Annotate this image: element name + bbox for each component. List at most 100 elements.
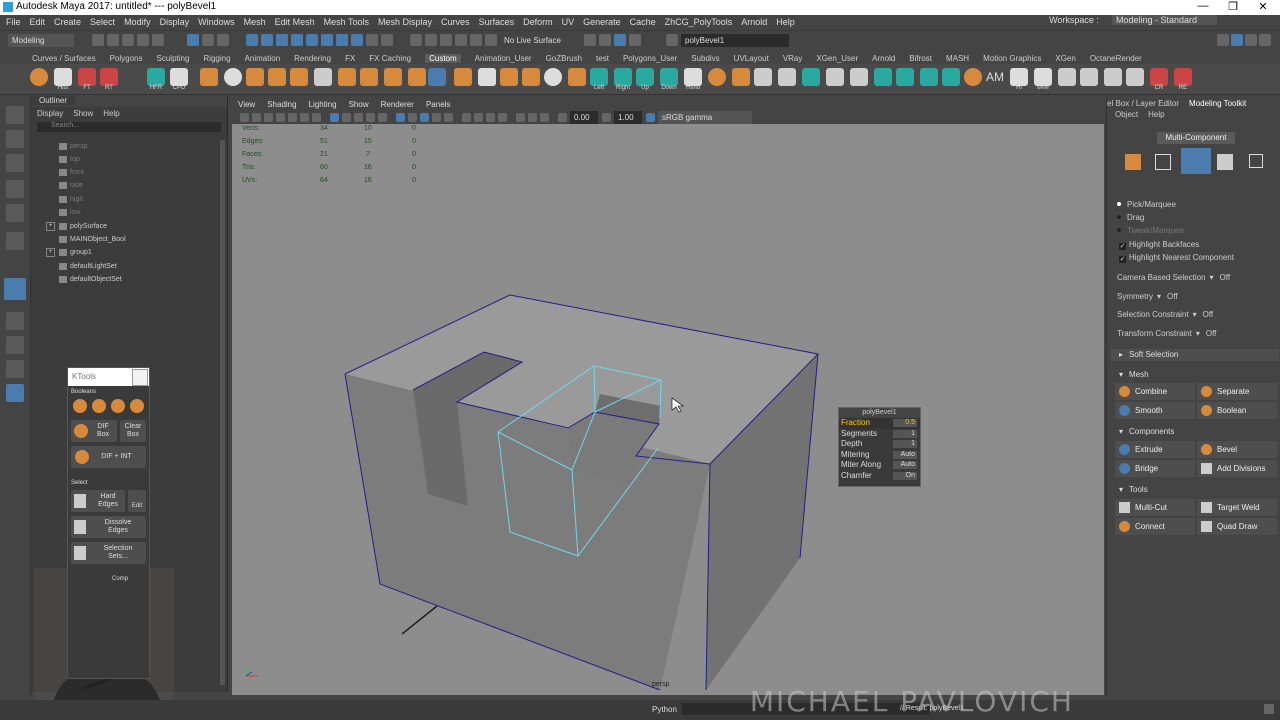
- workspace-value[interactable]: Modeling - Standard: [1111, 15, 1217, 25]
- outliner-layout-icon[interactable]: [6, 384, 24, 402]
- shelf-tool-icon-9[interactable]: [384, 68, 402, 86]
- undo-icon[interactable]: [137, 34, 149, 46]
- menu-mesh-display[interactable]: Mesh Display: [378, 17, 432, 27]
- shelf-hi-icon[interactable]: HI: [1010, 68, 1028, 91]
- shelf-tab[interactable]: Animation: [245, 54, 281, 63]
- shelf-sphere-icon[interactable]: [30, 68, 48, 86]
- pick-marquee-option[interactable]: Pick/Marquee: [1117, 200, 1176, 209]
- shelf-tool-icon-14[interactable]: [522, 68, 540, 86]
- shelf-tab[interactable]: FX Caching: [369, 54, 411, 63]
- menu-uv[interactable]: UV: [562, 17, 575, 27]
- shelf-tool-icon-19[interactable]: [778, 68, 796, 86]
- outliner-item-side[interactable]: side: [59, 179, 83, 192]
- shelf-grid-icon[interactable]: [754, 68, 772, 86]
- shelf-tool-icon-8[interactable]: [360, 68, 378, 86]
- menu-windows[interactable]: Windows: [198, 17, 235, 27]
- shelf-cpd-icon[interactable]: CPD: [170, 68, 188, 91]
- components-section[interactable]: ▾ Components: [1111, 426, 1279, 438]
- menu-surfaces[interactable]: Surfaces: [479, 17, 515, 27]
- dif-box-button[interactable]: DIF Box: [71, 420, 117, 442]
- shelf-tool-icon-12[interactable]: [478, 68, 496, 86]
- symmetry-option[interactable]: Symmetry ▾ Off: [1117, 292, 1178, 301]
- shelf-tab[interactable]: FX: [345, 54, 355, 63]
- outliner-item-high[interactable]: high: [59, 193, 83, 206]
- outliner-item-persp[interactable]: persp: [59, 140, 88, 153]
- shelf-tool-icon-15[interactable]: [544, 68, 562, 86]
- shelf-tool-icon-3[interactable]: [246, 68, 264, 86]
- open-scene-icon[interactable]: [107, 34, 119, 46]
- uv-mode-icon[interactable]: [1249, 154, 1263, 168]
- shelf-down-icon[interactable]: Down: [660, 68, 678, 91]
- shelf-freeze-icon[interactable]: FT: [78, 68, 96, 91]
- shelf-am-icon[interactable]: AM: [986, 68, 1004, 86]
- shelf-tool-icon-27[interactable]: [1058, 68, 1076, 86]
- menu-curves[interactable]: Curves: [441, 17, 470, 27]
- shelf-tool-icon-18[interactable]: [732, 68, 750, 86]
- bevel-depth-row[interactable]: Depth 1: [839, 439, 920, 450]
- rename-mode-icon[interactable]: [666, 34, 678, 46]
- ktools-close-icon[interactable]: [132, 369, 148, 386]
- snap-curve-icon[interactable]: [425, 34, 437, 46]
- bevel-chamfer-row[interactable]: Chamfer On: [839, 471, 920, 482]
- sidebar-toggle-icon-3[interactable]: [1245, 34, 1257, 46]
- bevel-segments-field[interactable]: 1: [893, 429, 917, 438]
- mask-icon-7[interactable]: [336, 34, 348, 46]
- outliner-item-low[interactable]: low: [59, 206, 81, 219]
- mask-icon-8[interactable]: [351, 34, 363, 46]
- shelf-right-icon[interactable]: Right: [614, 68, 632, 91]
- tweak-marquee-option[interactable]: Tweak/Marquee: [1117, 226, 1184, 235]
- outliner-item-polysurface[interactable]: + polySurface: [46, 220, 107, 233]
- shelf-tool-icon-4[interactable]: [268, 68, 286, 86]
- hard-edges-button[interactable]: Hard Edges: [71, 490, 125, 512]
- multi-cut-button[interactable]: Multi-Cut: [1115, 499, 1195, 516]
- mesh-section[interactable]: ▾ Mesh: [1111, 369, 1279, 381]
- shelf-cube-icon[interactable]: [428, 68, 446, 86]
- shelf-tool-icon-28[interactable]: [1080, 68, 1098, 86]
- new-scene-icon[interactable]: [92, 34, 104, 46]
- mode-dropdown[interactable]: Modeling: [8, 33, 74, 47]
- selection-constraint-option[interactable]: Selection Constraint ▾ Off: [1117, 310, 1213, 319]
- live-surface-field[interactable]: No Live Surface: [500, 34, 570, 47]
- face-mode-icon[interactable]: [1217, 154, 1233, 170]
- outliner-item-defaultlightset[interactable]: defaultLightSet: [59, 260, 117, 273]
- tab-channel-box[interactable]: el Box / Layer Editor: [1107, 99, 1179, 108]
- soft-selection-section[interactable]: ▸ Soft Selection: [1111, 349, 1279, 361]
- tab-modeling-toolkit[interactable]: Modeling Toolkit: [1189, 99, 1246, 108]
- mask-icon-4[interactable]: [291, 34, 303, 46]
- edge-mode-icon[interactable]: [1181, 148, 1211, 174]
- lasso-tool-icon[interactable]: [6, 130, 24, 148]
- bevel-segments-row[interactable]: Segments 1: [839, 429, 920, 440]
- toolkit-menu-object[interactable]: Object: [1115, 110, 1138, 119]
- dissolve-edges-button[interactable]: Dissolve Edges: [71, 516, 146, 538]
- boolean-intersect-icon[interactable]: [111, 399, 125, 413]
- outliner-item-mainobject-bool[interactable]: MAINObject_Bool: [59, 233, 126, 246]
- menu-generate[interactable]: Generate: [583, 17, 621, 27]
- shelf-tool-icon-1[interactable]: [200, 68, 218, 86]
- shelf-tab[interactable]: Polygons: [110, 54, 143, 63]
- shelf-tool-icon-24[interactable]: [896, 68, 914, 86]
- shelf-tab[interactable]: XGen_User: [816, 54, 858, 63]
- menu-edit[interactable]: Edit: [30, 17, 46, 27]
- shelf-tool-icon-20[interactable]: [802, 68, 820, 86]
- highlight-backfaces-checkbox[interactable]: ✓ Highlight Backfaces: [1119, 240, 1199, 250]
- render-settings-icon[interactable]: [629, 34, 641, 46]
- viewport-panel[interactable]: View Shading Lighting Show Renderer Pane…: [232, 98, 1112, 695]
- input-output-icon[interactable]: [584, 34, 596, 46]
- shelf-tool-icon-26[interactable]: [942, 68, 960, 86]
- selection-sets-button[interactable]: Selection Sets...: [71, 542, 146, 564]
- render-view-icon[interactable]: [614, 34, 626, 46]
- move-tool-icon[interactable]: [6, 180, 24, 198]
- vertex-mode-icon[interactable]: [1155, 154, 1171, 170]
- object-mode-icon[interactable]: [1125, 154, 1141, 170]
- shelf-tool-icon-16[interactable]: [568, 68, 586, 86]
- edit-button[interactable]: Edit: [128, 490, 146, 512]
- outliner-item-group1[interactable]: + group1: [46, 246, 92, 259]
- menu-cache[interactable]: Cache: [630, 17, 656, 27]
- shelf-reset-icon[interactable]: RT: [100, 68, 118, 91]
- outliner-tab[interactable]: Outliner: [31, 96, 76, 105]
- last-tool-icon[interactable]: [4, 278, 26, 300]
- expand-icon[interactable]: +: [46, 248, 55, 257]
- shelf-tab[interactable]: Motion Graphics: [983, 54, 1041, 63]
- quad-draw-button[interactable]: Quad Draw: [1197, 518, 1277, 535]
- mask-icon-2[interactable]: [261, 34, 273, 46]
